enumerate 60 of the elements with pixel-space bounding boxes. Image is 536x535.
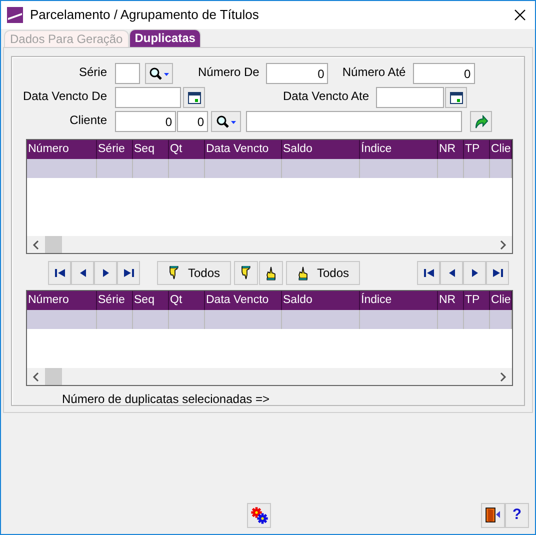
calendar-button[interactable] — [445, 87, 468, 108]
mark-button[interactable] — [234, 261, 258, 285]
last-record-button[interactable] — [117, 261, 140, 285]
arrow-icon — [474, 114, 488, 128]
mark-all-button[interactable]: Todos — [157, 261, 231, 285]
first-record-button[interactable] — [48, 261, 71, 285]
scroll-right-icon[interactable] — [498, 240, 508, 250]
last-arrow-icon — [122, 267, 134, 279]
next-record-button[interactable] — [463, 261, 486, 285]
scrollbar-thumb[interactable] — [45, 236, 62, 253]
unmark-button[interactable] — [259, 261, 283, 285]
process-button[interactable] — [247, 502, 271, 528]
field-label: Número Até — [342, 64, 406, 81]
first-arrow-icon — [54, 267, 66, 279]
next-record-button[interactable] — [94, 261, 117, 285]
first-record-button[interactable] — [417, 261, 440, 285]
search-icon — [149, 66, 169, 80]
input-field[interactable] — [376, 87, 444, 108]
app-icon — [7, 7, 23, 23]
scroll-right-icon[interactable] — [498, 372, 508, 382]
gears-icon — [250, 506, 268, 524]
exit-button[interactable] — [481, 502, 505, 528]
close-icon[interactable] — [514, 9, 526, 21]
window-title: Parcelamento / Agrupamento de Títulos — [30, 6, 259, 24]
previous-record-button[interactable] — [71, 261, 94, 285]
field-label: Número De — [198, 64, 260, 81]
input-field[interactable]: 0 — [412, 63, 475, 84]
search-button[interactable] — [145, 63, 173, 84]
pointing-hand-icon — [296, 266, 309, 280]
scrollbar-thumb[interactable] — [45, 368, 62, 385]
tab[interactable]: Duplicatas — [128, 29, 202, 47]
input-field[interactable]: 0 — [177, 111, 208, 132]
pointing-hand-icon — [240, 266, 252, 280]
input-field[interactable] — [115, 63, 140, 84]
last-record-button[interactable] — [486, 261, 509, 285]
scroll-left-icon[interactable] — [31, 372, 41, 382]
door-icon — [485, 507, 501, 523]
calendar-button[interactable] — [183, 87, 205, 108]
previous-record-button[interactable] — [440, 261, 463, 285]
unmark-all-button[interactable]: Todos — [286, 261, 360, 285]
scroll-left-icon[interactable] — [31, 240, 41, 250]
help-button[interactable]: ? — [505, 502, 529, 528]
input-field[interactable] — [115, 87, 181, 108]
go-button[interactable] — [470, 111, 492, 132]
field-label: Cliente — [68, 112, 107, 129]
input-field[interactable] — [246, 111, 462, 132]
field-label: Data Vencto Ate — [283, 88, 370, 105]
status-text: Número de duplicatas selecionadas => — [62, 391, 270, 408]
search-button[interactable] — [211, 111, 241, 132]
search-icon — [216, 114, 236, 128]
last-arrow-icon — [492, 267, 504, 279]
field-label: Data Vencto De — [22, 88, 107, 105]
input-field[interactable]: 0 — [266, 63, 328, 84]
calendar-icon — [450, 92, 463, 104]
first-arrow-icon — [422, 267, 434, 279]
pointing-hand-icon — [168, 266, 180, 280]
field-label: Série — [78, 64, 107, 81]
input-field[interactable]: 0 — [115, 111, 176, 132]
pointing-hand-icon — [265, 266, 277, 280]
calendar-icon — [188, 92, 200, 104]
